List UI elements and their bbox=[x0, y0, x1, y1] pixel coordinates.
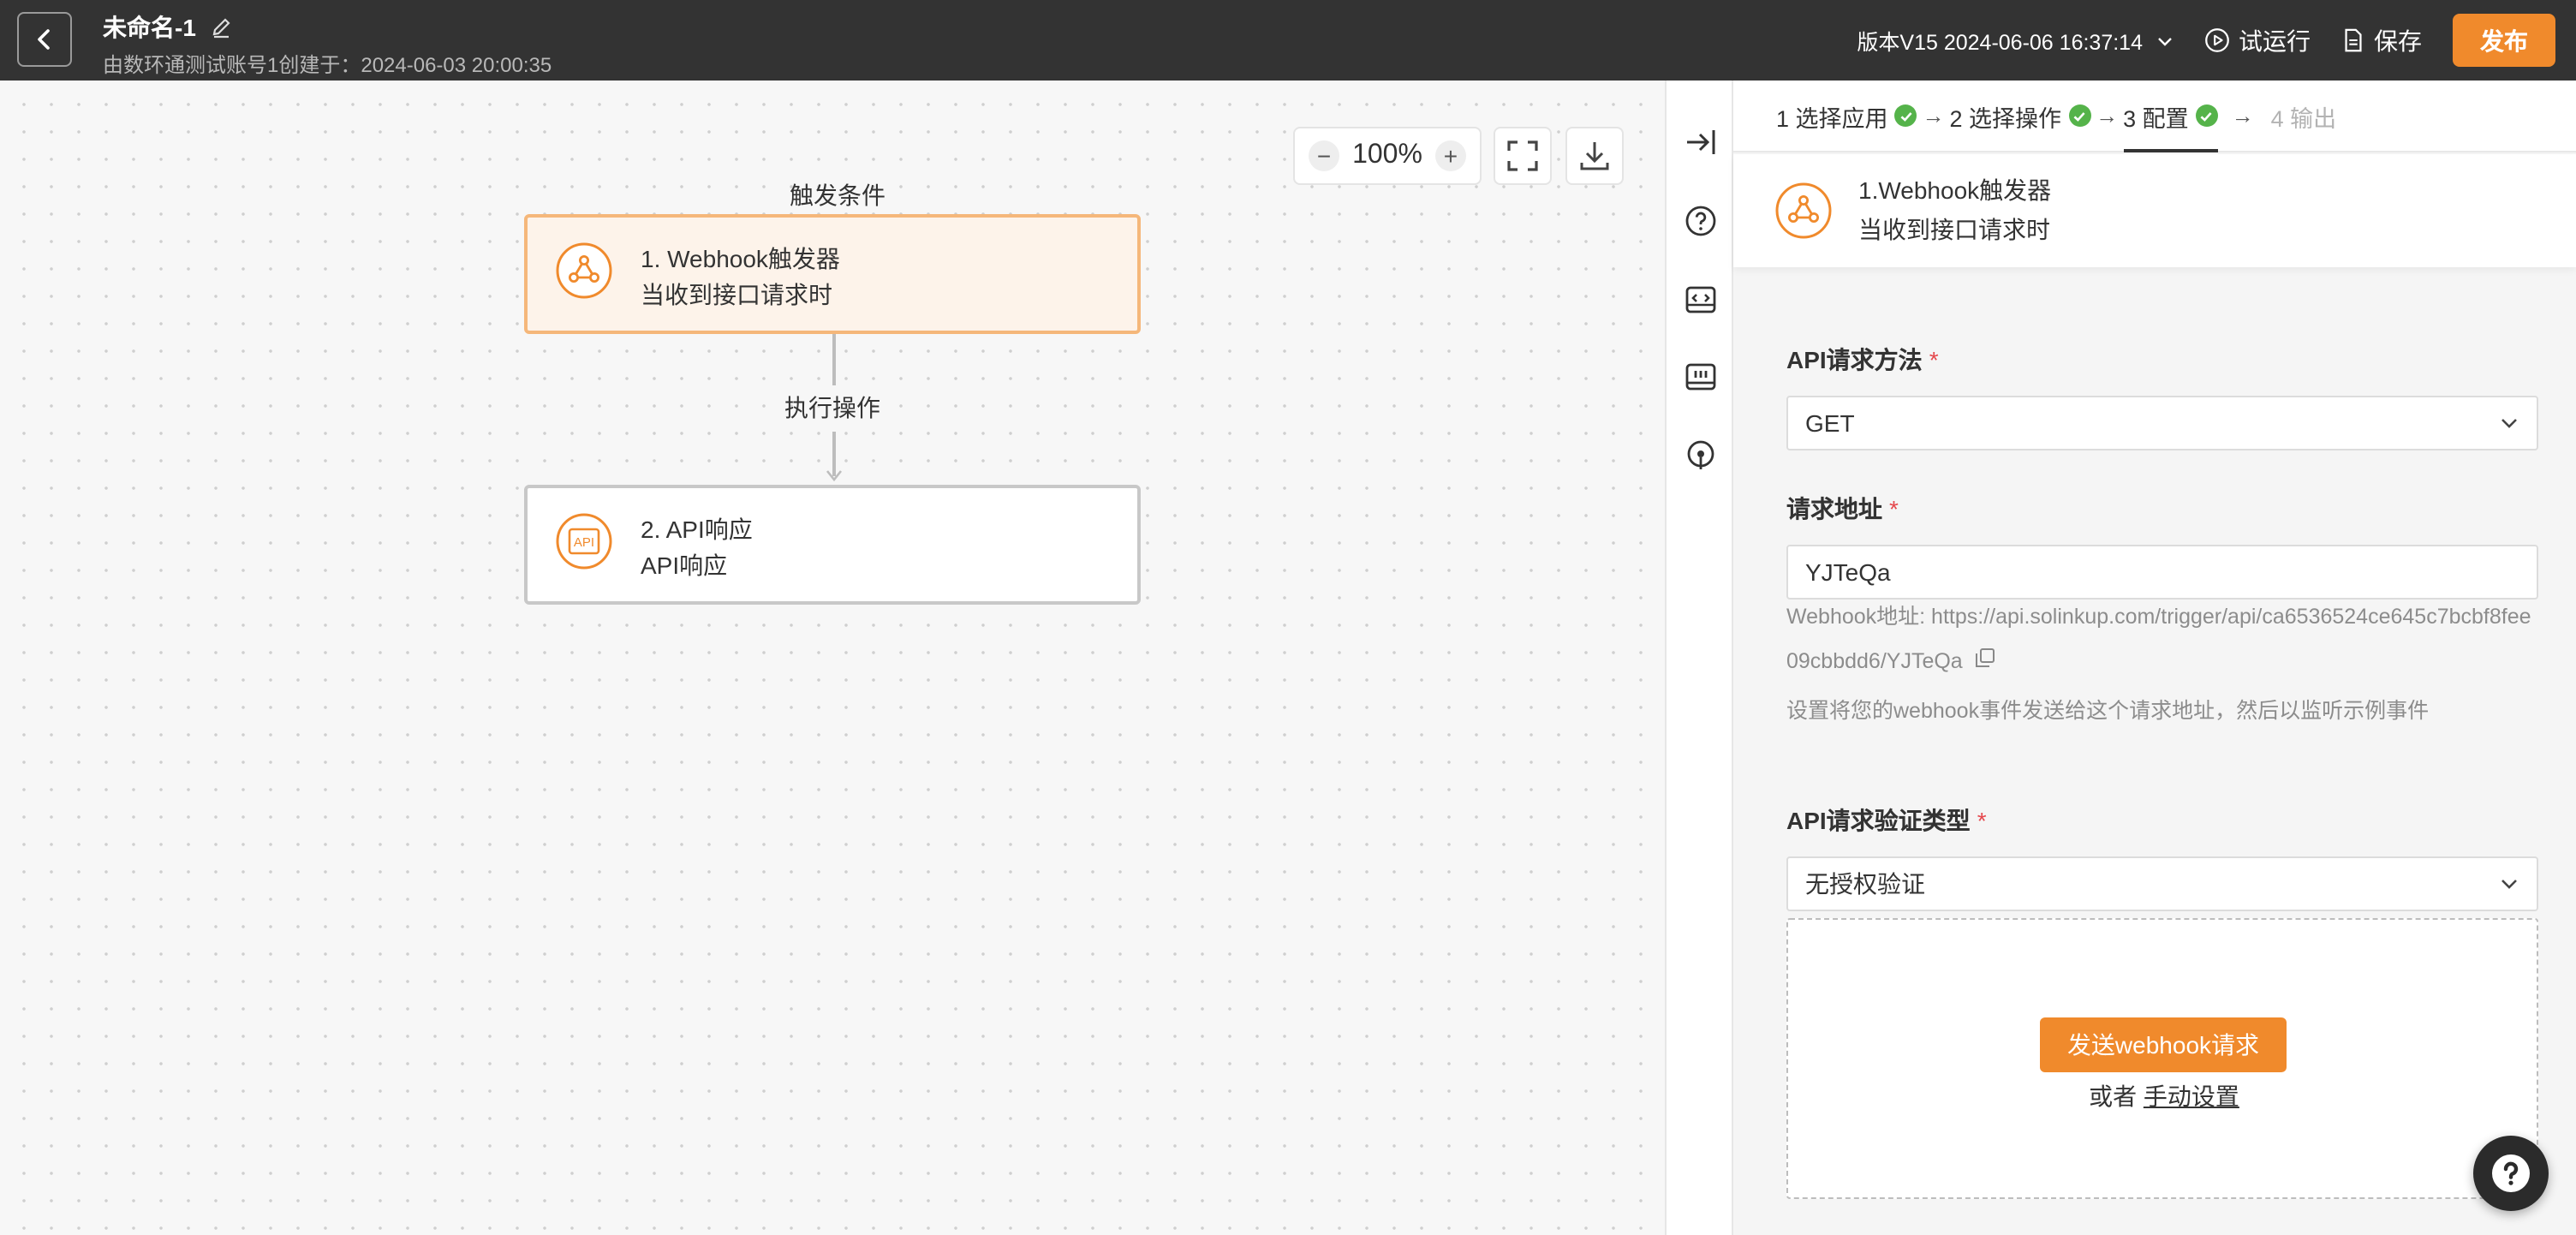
chevron-left-icon bbox=[38, 29, 50, 50]
arrow-right-icon: → bbox=[1922, 103, 1945, 128]
trigger-section-label: 触发条件 bbox=[790, 182, 886, 209]
app-root: 未命名-1 由数环通测试账号1创建于：2024-06-03 20:00:35 版… bbox=[0, 0, 2576, 1235]
step-label: 2 选择操作 bbox=[1949, 105, 2062, 131]
chevron-down-icon bbox=[2158, 37, 2172, 45]
test-run-button[interactable]: 试运行 bbox=[2204, 23, 2311, 57]
document-icon bbox=[2345, 28, 2362, 52]
play-circle-icon bbox=[2205, 28, 2229, 52]
download-button[interactable] bbox=[1565, 127, 1624, 185]
header-node-subtitle: 当收到接口请求时 bbox=[1858, 216, 2050, 243]
pin-icon[interactable] bbox=[1684, 439, 1718, 473]
node-title: 1. Webhook触发器 bbox=[641, 245, 840, 272]
help-circle-icon[interactable] bbox=[1684, 204, 1718, 238]
svg-text:API: API bbox=[574, 535, 594, 550]
method-value: GET bbox=[1805, 409, 1855, 437]
test-run-label: 试运行 bbox=[2239, 27, 2311, 54]
version-label: 版本V15 2024-06-06 16:37:14 bbox=[1857, 31, 2143, 55]
node-subtitle: API响应 bbox=[641, 552, 728, 579]
step-label: 4 输出 bbox=[2270, 105, 2337, 131]
node-subtitle: 当收到接口请求时 bbox=[641, 281, 832, 308]
webhook-icon bbox=[1775, 182, 1832, 239]
save-label: 保存 bbox=[2374, 27, 2422, 54]
log-icon[interactable] bbox=[1684, 360, 1718, 394]
copy-icon[interactable] bbox=[1976, 647, 1996, 668]
download-icon bbox=[1580, 142, 1609, 170]
header-node-title: 1.Webhook触发器 bbox=[1858, 176, 2052, 204]
action-node[interactable]: API 2. API响应 API响应 bbox=[524, 485, 1141, 605]
webhook-icon bbox=[556, 242, 612, 299]
url-input[interactable]: YJTeQa bbox=[1786, 545, 2538, 600]
action-section-label: 执行操作 bbox=[784, 394, 880, 421]
method-label: API请求方法 * bbox=[1786, 346, 1939, 373]
edit-icon[interactable] bbox=[210, 15, 234, 39]
method-select[interactable]: GET bbox=[1786, 396, 2538, 450]
webhook-url-text: Webhook地址: https://api.solinkup.com/trig… bbox=[1786, 605, 2531, 673]
zoom-level: 100% bbox=[1352, 140, 1422, 170]
back-button[interactable] bbox=[17, 12, 72, 67]
top-bar: 未命名-1 由数环通测试账号1创建于：2024-06-03 20:00:35 版… bbox=[0, 0, 2576, 81]
publish-button[interactable]: 发布 bbox=[2453, 14, 2555, 67]
zoom-in-button[interactable]: + bbox=[1434, 140, 1466, 171]
flow-canvas[interactable]: − 100% + 触发条件 1. Webhook触发器 当收到接口请求时 执行操… bbox=[0, 81, 1665, 1235]
api-icon: API bbox=[556, 513, 612, 570]
url-label: 请求地址 * bbox=[1786, 495, 1899, 522]
connector-line bbox=[832, 334, 836, 385]
step-select-action[interactable]: 2 选择操作 bbox=[1950, 80, 2091, 152]
created-info: 由数环通测试账号1创建于：2024-06-03 20:00:35 bbox=[103, 53, 552, 77]
help-circle-icon bbox=[2492, 1154, 2530, 1192]
help-button[interactable] bbox=[2473, 1136, 2549, 1211]
collapse-panel-icon[interactable] bbox=[1684, 125, 1718, 159]
trigger-node[interactable]: 1. Webhook触发器 当收到接口请求时 bbox=[524, 214, 1141, 334]
url-value: YJTeQa bbox=[1805, 558, 1891, 586]
step-configure[interactable]: 3 配置 bbox=[2123, 80, 2219, 152]
check-circle-icon bbox=[1894, 104, 1917, 127]
side-toolbar bbox=[1665, 81, 1733, 1235]
version-select[interactable]: 版本V15 2024-06-06 16:37:14 bbox=[1857, 24, 2174, 57]
chevron-down-icon bbox=[2501, 419, 2517, 428]
arrow-right-icon: → bbox=[2096, 103, 2119, 128]
workflow-title: 未命名-1 bbox=[103, 14, 196, 41]
send-webhook-button[interactable]: 发送webhook请求 bbox=[2040, 1017, 2287, 1072]
arrow-down-icon bbox=[826, 470, 843, 482]
or-text: 或者 bbox=[2089, 1083, 2138, 1110]
fullscreen-button[interactable] bbox=[1494, 127, 1552, 185]
webhook-hint: 设置将您的webhook事件发送给这个请求地址，然后以监听示例事件 bbox=[1786, 699, 2430, 723]
zoom-control: − 100% + bbox=[1293, 127, 1482, 185]
auth-select[interactable]: 无授权验证 bbox=[1786, 856, 2538, 911]
check-circle-icon bbox=[2195, 104, 2218, 127]
auth-label: API请求验证类型 * bbox=[1786, 807, 1987, 834]
manual-setup-row: 或者 手动设置 bbox=[1788, 1079, 2540, 1113]
config-panel: 1 选择应用 → 2 选择操作 → 3 配置 → 4 输出 1.Webhook触… bbox=[1733, 81, 2576, 1235]
step-tabs: 1 选择应用 → 2 选择操作 → 3 配置 → 4 输出 bbox=[1733, 81, 2576, 152]
selected-node-header: 1.Webhook触发器 当收到接口请求时 bbox=[1733, 154, 2576, 267]
step-label: 3 配置 bbox=[2123, 105, 2189, 131]
save-button[interactable]: 保存 bbox=[2341, 23, 2422, 57]
node-title: 2. API响应 bbox=[641, 516, 753, 543]
chevron-down-icon bbox=[2501, 880, 2517, 889]
arrow-right-icon: → bbox=[2231, 103, 2254, 128]
zoom-out-button[interactable]: − bbox=[1309, 140, 1339, 171]
webhook-request-area: 发送webhook请求 或者 手动设置 bbox=[1786, 918, 2538, 1199]
check-circle-icon bbox=[2068, 104, 2091, 127]
step-output[interactable]: 4 输出 bbox=[2271, 80, 2337, 152]
code-icon[interactable] bbox=[1684, 283, 1718, 317]
step-label: 1 选择应用 bbox=[1776, 105, 1888, 131]
auth-value: 无授权验证 bbox=[1805, 870, 1925, 898]
fullscreen-icon bbox=[1507, 140, 1538, 171]
webhook-url-hint: Webhook地址: https://api.solinkup.com/trig… bbox=[1786, 594, 2540, 683]
step-select-app[interactable]: 1 选择应用 bbox=[1776, 80, 1917, 152]
manual-setup-link[interactable]: 手动设置 bbox=[2144, 1083, 2239, 1110]
